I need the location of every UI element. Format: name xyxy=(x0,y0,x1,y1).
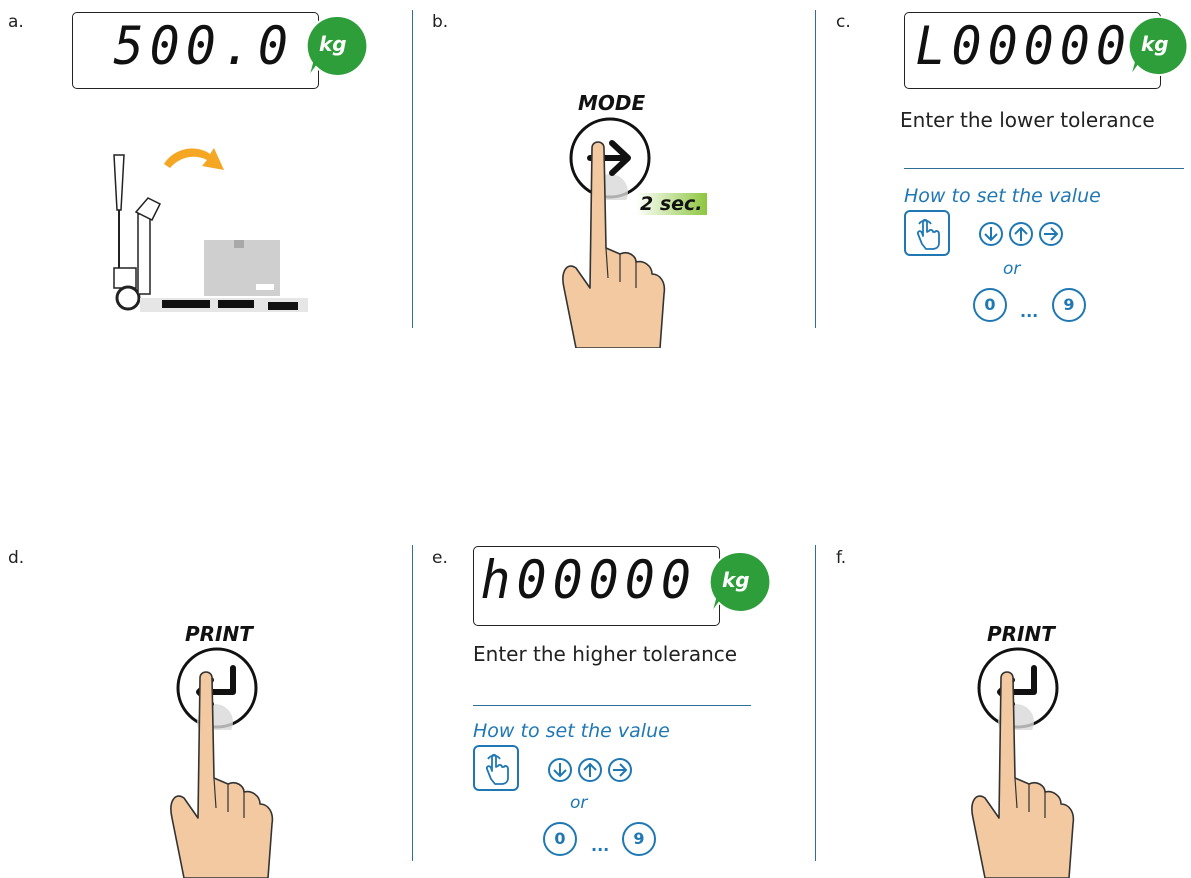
divider-bottom-right xyxy=(815,545,816,861)
step-a-display: 500.0 xyxy=(72,12,319,89)
step-e-letter: e. xyxy=(432,548,448,568)
step-e-separator xyxy=(473,705,751,706)
step-c-ellipsis: ... xyxy=(1020,302,1039,321)
divider-top-left xyxy=(412,10,413,328)
step-c-separator xyxy=(904,168,1184,169)
divider-top-right xyxy=(815,10,816,328)
step-c-letter: c. xyxy=(836,12,851,32)
step-a-unit: kg xyxy=(319,32,347,56)
step-e-unit: kg xyxy=(722,568,750,592)
step-d-letter: d. xyxy=(8,548,25,568)
digit-nine-key: 9 xyxy=(1052,288,1086,322)
touch-icon xyxy=(473,745,519,791)
print-key-label: PRINT xyxy=(987,622,1055,646)
divider-bottom-left xyxy=(412,545,413,861)
step-e-ellipsis: ... xyxy=(591,836,610,855)
arrow-up-icon xyxy=(578,758,602,782)
arrow-down-icon xyxy=(548,758,572,782)
step-c-howto: How to set the value xyxy=(904,185,1101,207)
arrow-down-icon xyxy=(979,222,1003,246)
step-e-display-value: h00000 xyxy=(480,549,697,611)
arrow-up-icon xyxy=(1009,222,1033,246)
step-f-letter: f. xyxy=(836,548,847,568)
step-e-display: h00000 xyxy=(473,546,720,626)
hand-press-icon xyxy=(170,671,274,878)
mode-key-label: MODE xyxy=(578,91,646,115)
step-a-display-value: 500.0 xyxy=(113,15,294,77)
step-c-display: L00000 xyxy=(904,12,1161,89)
touch-icon xyxy=(904,210,950,256)
pallet-truck-icon xyxy=(113,154,308,312)
step-c-unit: kg xyxy=(1141,32,1169,56)
step-a-letter: a. xyxy=(8,12,24,32)
hand-press-icon xyxy=(971,671,1075,878)
step-c-caption: Enter the lower tolerance xyxy=(900,108,1155,132)
step-e-or: or xyxy=(570,793,588,813)
arrow-right-icon xyxy=(608,758,632,782)
step-c-display-value: L00000 xyxy=(915,15,1132,77)
digit-zero-key: 0 xyxy=(973,288,1007,322)
step-c-or: or xyxy=(1003,259,1021,279)
digit-zero-key: 0 xyxy=(543,822,577,856)
arrow-right-icon xyxy=(1039,222,1063,246)
kg-bubble-icon: kg xyxy=(305,14,371,80)
kg-bubble-icon: kg xyxy=(708,550,774,616)
hand-press-icon xyxy=(562,141,666,348)
kg-bubble-icon: kg xyxy=(1127,14,1190,80)
print-key-label: PRINT xyxy=(185,622,253,646)
step-e-howto: How to set the value xyxy=(473,720,670,742)
step-b-letter: b. xyxy=(432,12,449,32)
step-e-caption: Enter the higher tolerance xyxy=(473,642,738,666)
digit-nine-key: 9 xyxy=(622,822,656,856)
